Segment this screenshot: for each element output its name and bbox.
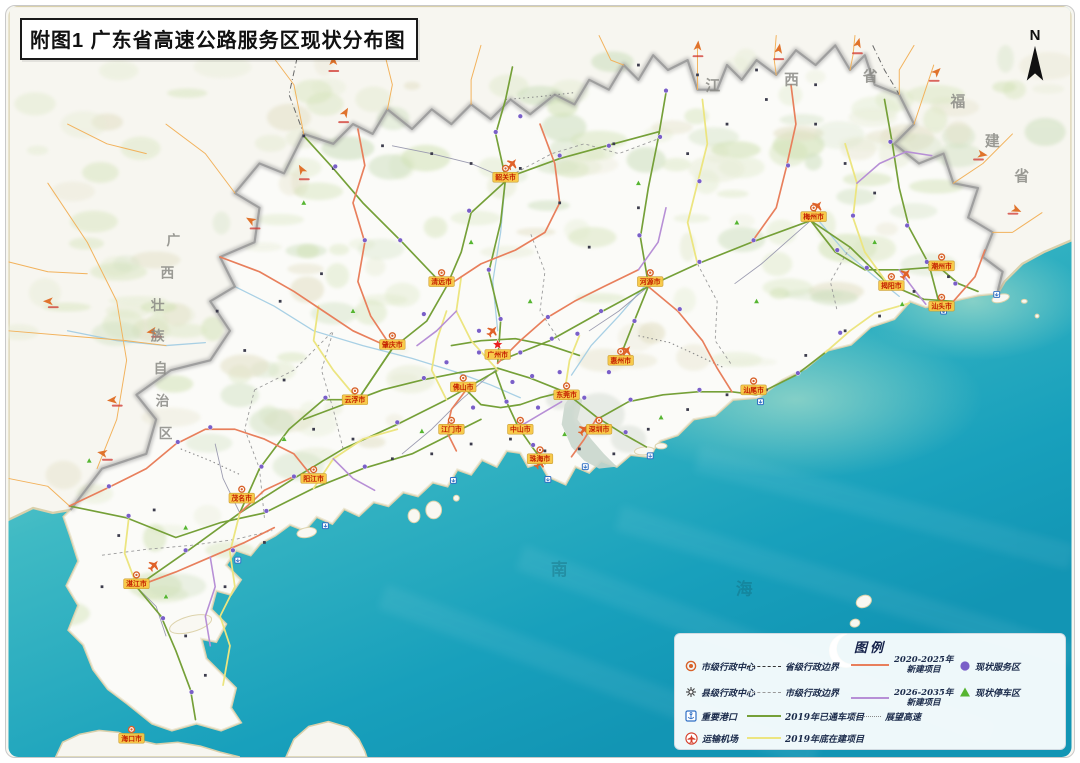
legend-item-parking-area: 现状停车区 bbox=[959, 685, 1020, 699]
svg-text:海: 海 bbox=[736, 579, 754, 599]
municipal-center-icon bbox=[685, 660, 697, 672]
svg-text:南: 南 bbox=[551, 559, 569, 579]
svg-text:湛江市: 湛江市 bbox=[126, 579, 147, 588]
legend-item-proj-2026: 2026-2035年新建项目 bbox=[851, 688, 953, 708]
legend-item-open-2019: 2019年已通车项目 bbox=[747, 709, 864, 723]
svg-text:省: 省 bbox=[862, 67, 879, 85]
svg-text:阳江市: 阳江市 bbox=[303, 474, 324, 483]
svg-text:壮: 壮 bbox=[151, 297, 166, 313]
svg-text:肇庆市: 肇庆市 bbox=[381, 340, 403, 349]
svg-text:福: 福 bbox=[949, 92, 966, 110]
proj-2020-swatch bbox=[851, 664, 889, 666]
svg-text:云浮市: 云浮市 bbox=[345, 395, 366, 404]
svg-text:治: 治 bbox=[156, 393, 171, 409]
svg-text:汕尾市: 汕尾市 bbox=[743, 385, 764, 394]
svg-text:揭阳市: 揭阳市 bbox=[881, 281, 902, 290]
legend: 图例 市级行政中心 县级行政中心 bbox=[674, 633, 1066, 750]
provincial-boundary-swatch bbox=[747, 666, 781, 667]
svg-text:江门市: 江门市 bbox=[441, 425, 462, 434]
north-arrow-icon bbox=[1020, 44, 1050, 88]
svg-text:河源市: 河源市 bbox=[640, 277, 661, 286]
north-label: N bbox=[1012, 28, 1058, 43]
svg-text:西: 西 bbox=[784, 72, 800, 89]
map-title-box: 附图1 广东省高速公路服务区现状分布图 bbox=[20, 18, 418, 60]
legend-item-county-center: 县级行政中心 bbox=[685, 685, 755, 699]
legend-item-municipal-boundary: 市级行政边界 bbox=[747, 685, 839, 699]
legend-title: 图例 bbox=[675, 637, 1065, 656]
svg-text:梅州市: 梅州市 bbox=[803, 212, 824, 221]
svg-text:珠海市: 珠海市 bbox=[530, 454, 551, 463]
svg-text:深圳市: 深圳市 bbox=[589, 425, 610, 434]
svg-text:汕头市: 汕头市 bbox=[931, 302, 952, 311]
svg-text:中山市: 中山市 bbox=[510, 425, 531, 434]
legend-item-port: 重要港口 bbox=[685, 709, 737, 723]
svg-text:惠州市: 惠州市 bbox=[610, 356, 631, 365]
svg-text:省: 省 bbox=[1013, 167, 1030, 185]
legend-item-provincial-boundary: 省级行政边界 bbox=[747, 659, 839, 673]
open-2019-swatch bbox=[747, 715, 781, 717]
county-center-icon bbox=[685, 686, 697, 698]
svg-text:东莞市: 东莞市 bbox=[556, 390, 577, 399]
legend-item-constr-2019: 2019年底在建项目 bbox=[747, 731, 864, 745]
legend-item-service-area: 现状服务区 bbox=[959, 659, 1020, 673]
legend-item-airport: 运输机场 bbox=[685, 731, 738, 745]
service-area-icon bbox=[959, 660, 971, 672]
svg-text:佛山市: 佛山市 bbox=[452, 382, 474, 391]
legend-item-prospect: 展望高速 bbox=[851, 709, 921, 723]
north-arrow: N bbox=[1012, 28, 1058, 93]
svg-text:韶关市: 韶关市 bbox=[495, 173, 516, 182]
svg-text:广: 广 bbox=[166, 232, 181, 248]
svg-text:清远市: 清远市 bbox=[431, 277, 452, 286]
legend-item-municipal-center: 市级行政中心 bbox=[685, 659, 755, 673]
airport-icon bbox=[685, 732, 698, 745]
port-icon bbox=[685, 710, 697, 722]
map-title: 附图1 广东省高速公路服务区现状分布图 bbox=[30, 30, 406, 52]
constr-2019-swatch bbox=[747, 737, 781, 739]
svg-text:西: 西 bbox=[161, 266, 176, 281]
svg-text:自: 自 bbox=[154, 360, 169, 376]
map-panel: 广州市深圳市珠海市 汕头市佛山市 韶关市河源市 梅州市惠州市汕尾市东莞市中山市 江门市阳… bbox=[5, 5, 1075, 758]
svg-text:海口市: 海口市 bbox=[121, 734, 142, 743]
svg-text:建: 建 bbox=[985, 132, 1001, 150]
svg-text:广州市: 广州市 bbox=[487, 350, 508, 359]
svg-text:江: 江 bbox=[705, 77, 721, 95]
proj-2026-swatch bbox=[851, 697, 889, 699]
svg-text:茂名市: 茂名市 bbox=[230, 494, 252, 503]
svg-text:族: 族 bbox=[151, 328, 166, 344]
svg-text:区: 区 bbox=[159, 426, 174, 441]
prospect-swatch bbox=[851, 716, 881, 717]
svg-text:潮州市: 潮州市 bbox=[931, 261, 952, 270]
municipal-boundary-swatch bbox=[747, 692, 781, 693]
page: 广州市深圳市珠海市 汕头市佛山市 韶关市河源市 梅州市惠州市汕尾市东莞市中山市 江门市阳… bbox=[0, 0, 1080, 763]
parking-area-icon bbox=[959, 686, 971, 698]
legend-item-proj-2020: 2020-2025年新建项目 bbox=[851, 655, 953, 675]
